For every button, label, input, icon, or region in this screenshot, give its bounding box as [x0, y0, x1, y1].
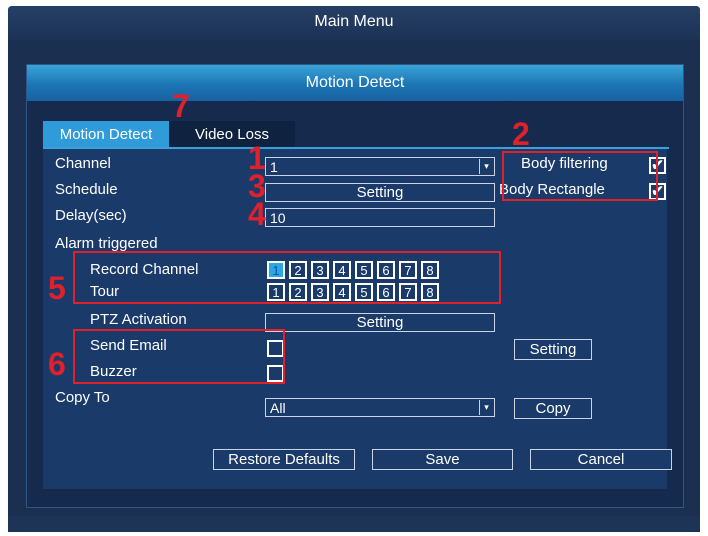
marker-2: 2 — [512, 116, 530, 152]
channel-label: Channel — [55, 155, 111, 172]
marker-6: 6 — [48, 346, 66, 382]
alarm-triggered-label: Alarm triggered — [55, 235, 158, 252]
delay-value: 10 — [270, 210, 286, 226]
ptz-label: PTZ Activation — [90, 311, 187, 328]
main-menu-window: Main Menu Motion Detect Motion Detect Vi… — [8, 6, 700, 532]
schedule-label: Schedule — [55, 181, 118, 198]
marker-7: 7 — [172, 88, 190, 124]
bottom-strip — [8, 516, 700, 532]
annotation-box-body — [502, 151, 658, 201]
save-button[interactable]: Save — [372, 449, 513, 470]
ptz-setting-button[interactable]: Setting — [265, 313, 495, 332]
tab-video-loss[interactable]: Video Loss — [169, 121, 295, 147]
copy-button[interactable]: Copy — [514, 398, 592, 419]
chevron-down-icon[interactable]: ▾ — [479, 400, 493, 415]
annotation-box-channels — [73, 251, 501, 304]
marker-5: 5 — [48, 270, 66, 306]
window-title: Main Menu — [314, 13, 394, 30]
copy-to-value: All — [270, 400, 286, 416]
copy-to-label: Copy To — [55, 389, 110, 406]
delay-label: Delay(sec) — [55, 207, 127, 224]
chevron-down-icon[interactable]: ▾ — [479, 159, 493, 174]
restore-defaults-button[interactable]: Restore Defaults — [213, 449, 355, 470]
marker-4: 4 — [248, 196, 266, 232]
delay-input[interactable]: 10 — [265, 208, 495, 227]
motion-detect-dialog: Motion Detect Motion Detect Video Loss C… — [26, 64, 684, 508]
dialog-title: Motion Detect — [305, 74, 405, 91]
cancel-button[interactable]: Cancel — [530, 449, 672, 470]
annotation-box-alerts — [73, 329, 285, 384]
copy-to-dropdown[interactable]: All ▾ — [265, 398, 495, 417]
tab-motion-detect[interactable]: Motion Detect — [43, 121, 169, 147]
channel-dropdown[interactable]: 1 ▾ — [265, 157, 495, 176]
title-bar: Main Menu — [8, 6, 700, 40]
email-setting-button[interactable]: Setting — [514, 339, 592, 360]
channel-value: 1 — [270, 159, 278, 175]
settings-panel: Channel 1 ▾ Schedule Setting Delay(sec) … — [43, 149, 672, 489]
dialog-title-bar: Motion Detect — [27, 65, 683, 101]
schedule-setting-button[interactable]: Setting — [265, 183, 495, 202]
